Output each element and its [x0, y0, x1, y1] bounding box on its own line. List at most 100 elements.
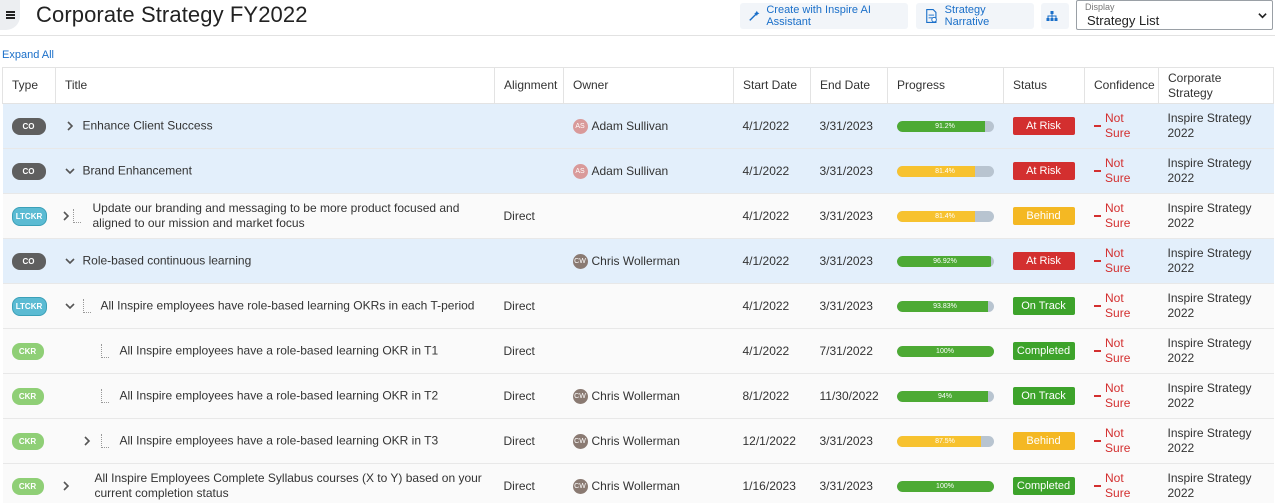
row-title[interactable]: Enhance Client Success: [83, 119, 213, 134]
table-row[interactable]: CKR All Inspire Employees Complete Sylla…: [2, 463, 1274, 503]
hierarchy-view-button[interactable]: [1041, 3, 1069, 29]
title-cell[interactable]: Enhance Client Success: [55, 103, 495, 149]
progress-cell: 100%: [887, 328, 1004, 374]
progress-cell: 81.4%: [887, 148, 1004, 194]
progress-label: 91.2%: [935, 122, 955, 130]
type-cell: CKR: [2, 328, 56, 374]
tree-connector: [100, 389, 109, 403]
table-row[interactable]: CKR All Inspire employees have a role-ba…: [2, 373, 1274, 419]
title-cell[interactable]: Update our branding and messaging to be …: [55, 193, 495, 239]
confidence[interactable]: Not Sure: [1093, 426, 1150, 456]
type-cell: CKR: [2, 418, 56, 464]
table-row[interactable]: CO Enhance Client Success AS Adam Sulliv…: [2, 103, 1274, 149]
column-header-owner[interactable]: Owner: [563, 67, 734, 104]
strategy-cell: Inspire Strategy 2022: [1158, 463, 1274, 503]
owner-cell: AS Adam Sullivan: [563, 148, 734, 194]
owner[interactable]: CW Chris Wollerman: [572, 253, 725, 269]
status-badge[interactable]: Behind: [1012, 207, 1075, 225]
row-title[interactable]: All Inspire Employees Complete Syllabus …: [95, 471, 490, 501]
confidence[interactable]: Not Sure: [1093, 201, 1150, 231]
confidence[interactable]: Not Sure: [1093, 336, 1150, 366]
title-cell[interactable]: All Inspire employees have a role-based …: [55, 328, 495, 374]
row-title[interactable]: All Inspire employees have role-based le…: [101, 299, 475, 314]
owner[interactable]: CW Chris Wollerman: [572, 478, 725, 494]
status-badge[interactable]: On Track: [1012, 387, 1075, 405]
confidence[interactable]: Not Sure: [1093, 471, 1150, 501]
column-header-progress[interactable]: Progress: [887, 67, 1004, 104]
column-header-alignment[interactable]: Alignment: [494, 67, 564, 104]
row-title[interactable]: Brand Enhancement: [83, 164, 192, 179]
chevron-down-icon[interactable]: [64, 301, 75, 311]
chevron-down-icon[interactable]: [64, 166, 75, 176]
confidence-cell: Not Sure: [1084, 103, 1159, 149]
title-cell[interactable]: Brand Enhancement: [55, 148, 495, 194]
column-header-corporate-strategy[interactable]: Corporate Strategy: [1158, 67, 1274, 104]
status-cell: On Track: [1003, 283, 1085, 329]
display-select[interactable]: Display Strategy List: [1076, 0, 1273, 30]
alignment-cell: Direct: [494, 373, 564, 419]
table-row[interactable]: CKR All Inspire employees have a role-ba…: [2, 328, 1274, 374]
menu-button[interactable]: [0, 0, 20, 30]
column-header-title[interactable]: Title: [55, 67, 495, 104]
owner[interactable]: AS Adam Sullivan: [572, 118, 725, 134]
confidence[interactable]: Not Sure: [1093, 246, 1150, 276]
create-with-ai-button[interactable]: Create with Inspire AI Assistant: [740, 3, 908, 29]
table-row[interactable]: LTCKR All Inspire employees have role-ba…: [2, 283, 1274, 329]
title-cell[interactable]: All Inspire employees have role-based le…: [55, 283, 495, 329]
row-title[interactable]: All Inspire employees have a role-based …: [120, 344, 439, 359]
confidence-cell: Not Sure: [1084, 238, 1159, 284]
type-badge: CKR: [11, 477, 44, 495]
chevron-down-icon[interactable]: [64, 256, 75, 266]
top-bar: Corporate Strategy FY2022 Create with In…: [0, 0, 1275, 36]
chevron-right-icon[interactable]: [61, 211, 71, 221]
table-row[interactable]: LTCKR Update our branding and messaging …: [2, 193, 1274, 239]
table-row[interactable]: CO Role-based continuous learning CW Chr…: [2, 238, 1274, 284]
chevron-down-icon: [1258, 13, 1267, 19]
status-badge[interactable]: At Risk: [1012, 252, 1075, 270]
column-header-end-date[interactable]: End Date: [810, 67, 888, 104]
display-value: Strategy List: [1087, 13, 1160, 28]
strategy-cell: Inspire Strategy 2022: [1158, 283, 1274, 329]
strategy-narrative-button[interactable]: Strategy Narrative: [916, 3, 1034, 29]
confidence[interactable]: Not Sure: [1093, 156, 1150, 186]
owner-cell: [563, 328, 734, 374]
minus-icon: [1093, 440, 1102, 442]
confidence[interactable]: Not Sure: [1093, 111, 1150, 141]
chevron-right-icon[interactable]: [61, 481, 71, 491]
row-title[interactable]: All Inspire employees have a role-based …: [120, 434, 439, 449]
confidence[interactable]: Not Sure: [1093, 291, 1150, 321]
row-title[interactable]: All Inspire employees have a role-based …: [120, 389, 439, 404]
column-header-start-date[interactable]: Start Date: [733, 67, 811, 104]
type-badge: CKR: [11, 432, 44, 450]
table-row[interactable]: CO Brand Enhancement AS Adam Sullivan 4/…: [2, 148, 1274, 194]
confidence[interactable]: Not Sure: [1093, 381, 1150, 411]
title-cell[interactable]: Role-based continuous learning: [55, 238, 495, 284]
status-badge[interactable]: At Risk: [1012, 162, 1075, 180]
chevron-right-icon[interactable]: [82, 436, 92, 446]
status-badge[interactable]: Completed: [1012, 342, 1075, 360]
title-cell[interactable]: All Inspire employees have a role-based …: [55, 373, 495, 419]
menu-icon: [5, 11, 15, 19]
status-badge[interactable]: Completed: [1012, 477, 1075, 495]
title-cell[interactable]: All Inspire employees have a role-based …: [55, 418, 495, 464]
expand-all-link[interactable]: Expand All: [2, 49, 54, 61]
table-row[interactable]: CKR All Inspire employees have a role-ba…: [2, 418, 1274, 464]
row-title[interactable]: Role-based continuous learning: [83, 254, 252, 269]
status-badge[interactable]: Behind: [1012, 432, 1075, 450]
column-header-confidence[interactable]: Confidence: [1084, 67, 1159, 104]
owner[interactable]: CW Chris Wollerman: [572, 388, 725, 404]
chevron-right-icon[interactable]: [65, 121, 75, 131]
status-badge[interactable]: On Track: [1012, 297, 1075, 315]
owner[interactable]: CW Chris Wollerman: [572, 433, 725, 449]
title-cell[interactable]: All Inspire Employees Complete Syllabus …: [55, 463, 495, 503]
owner[interactable]: AS Adam Sullivan: [572, 163, 725, 179]
row-title[interactable]: Update our branding and messaging to be …: [93, 201, 488, 231]
confidence-label: Not Sure: [1105, 471, 1131, 500]
status-badge[interactable]: At Risk: [1012, 117, 1075, 135]
confidence-cell: Not Sure: [1084, 328, 1159, 374]
column-header-type[interactable]: Type: [2, 67, 56, 104]
column-header-status[interactable]: Status: [1003, 67, 1085, 104]
start-date: 12/1/2022: [733, 418, 811, 464]
minus-icon: [1093, 485, 1102, 487]
status-cell: Behind: [1003, 418, 1085, 464]
